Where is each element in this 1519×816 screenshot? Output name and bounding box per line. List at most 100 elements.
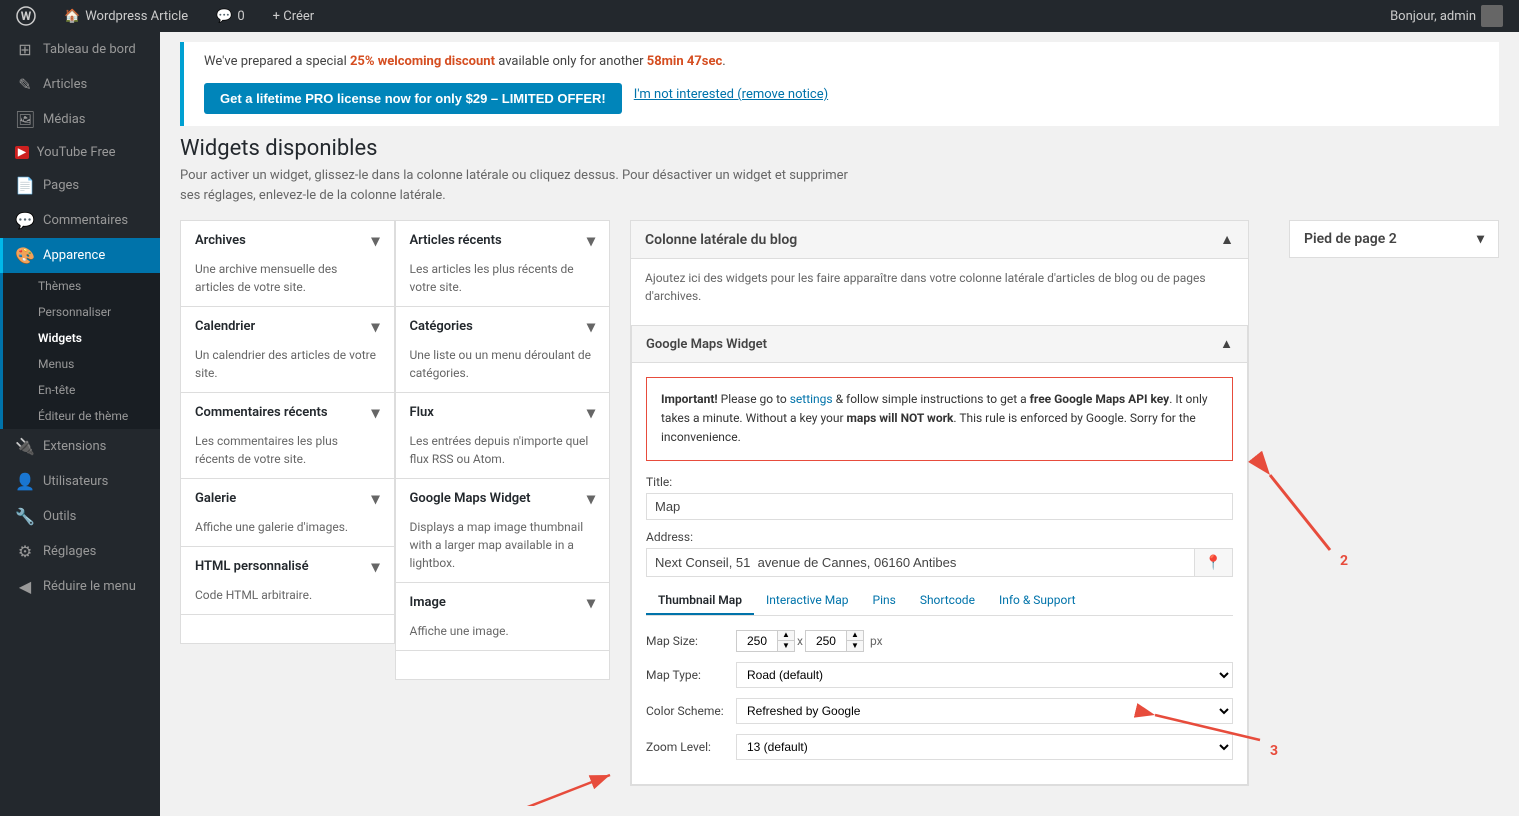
collapse-icon[interactable]: ▲ <box>1220 231 1234 248</box>
tab-pins[interactable]: Pins <box>861 587 908 615</box>
sidebar-item-extensions[interactable]: 🔌 Extensions <box>0 429 160 464</box>
sidebar-item-pages[interactable]: 📄 Pages <box>0 168 160 203</box>
sidebar-item-commentaires[interactable]: 💬 Commentaires <box>0 203 160 238</box>
widget-image-desc: Affiche une image. <box>396 622 610 650</box>
sidebar-item-reglages[interactable]: ⚙ Réglages <box>0 534 160 569</box>
widget-galerie-desc: Affiche une galerie d'images. <box>181 518 394 546</box>
widgets-layout: Archives ▾ Une archive mensuelle des art… <box>180 220 1499 806</box>
widget-archives-header[interactable]: Archives ▾ <box>181 221 394 260</box>
zoom-level-row: Zoom Level: 13 (default) <box>646 734 1233 760</box>
notice-important: Important! <box>661 392 718 406</box>
title-field-label: Title: <box>646 475 1233 489</box>
tab-thumbnail-map[interactable]: Thumbnail Map <box>646 587 754 615</box>
notice-maps-not-work: maps will NOT work <box>847 411 954 425</box>
blog-sidebar-area: Colonne latérale du blog ▲ Ajoutez ici d… <box>630 220 1249 786</box>
widget-more-placeholder2 <box>396 650 611 680</box>
widget-galerie-header[interactable]: Galerie ▾ <box>181 479 394 518</box>
widget-flux-header[interactable]: Flux ▾ <box>396 393 610 432</box>
submenu-widgets[interactable]: Widgets <box>3 325 160 351</box>
px-label: px <box>870 634 883 648</box>
widget-commentaires-header[interactable]: Commentaires récents ▾ <box>181 393 394 432</box>
notice-settings-link[interactable]: settings <box>790 392 833 406</box>
widget-calendrier-title: Calendrier <box>195 319 255 334</box>
widget-categories-title: Catégories <box>410 319 473 334</box>
promo-dismiss-link[interactable]: I'm not interested (remove notice) <box>634 87 828 102</box>
widget-articles-title: Articles récents <box>410 233 502 248</box>
submenu-themes[interactable]: Thèmes <box>3 273 160 299</box>
widget-articles-desc: Les articles les plus récents de votre s… <box>396 260 610 306</box>
sidebar-item-youtube-free[interactable]: ▶ YouTube Free <box>0 137 160 168</box>
map-height-down[interactable]: ▼ <box>847 641 863 651</box>
notice-text1: Please go to <box>718 392 790 406</box>
widget-categories-header[interactable]: Catégories ▾ <box>396 307 610 346</box>
tab-shortcode[interactable]: Shortcode <box>908 587 987 615</box>
address-input[interactable] <box>646 548 1194 577</box>
wp-logo-item[interactable]: W <box>10 0 42 32</box>
gmaps-collapse-icon[interactable]: ▲ <box>1220 336 1233 352</box>
sidebar-item-medias[interactable]: 🖼 Médias <box>0 102 160 137</box>
sidebar-item-label: Commentaires <box>43 213 128 228</box>
map-width-down[interactable]: ▼ <box>778 641 794 651</box>
widget-html-header[interactable]: HTML personnalisé ▾ <box>181 547 394 586</box>
comments-count: 0 <box>237 9 244 24</box>
important-notice: Important! Please go to settings & follo… <box>646 377 1233 461</box>
widget-html-desc: Code HTML arbitraire. <box>181 586 394 614</box>
site-name-item[interactable]: 🏠 Wordpress Article <box>58 0 194 32</box>
color-scheme-row: Color Scheme: Refreshed by Google <box>646 698 1233 724</box>
map-size-inputs: ▲ ▼ x <box>736 630 883 652</box>
widget-gmaps-header[interactable]: Google Maps Widget ▾ <box>396 479 610 518</box>
title-field-group: Title: <box>646 475 1233 520</box>
widget-categories: Catégories ▾ Une liste ou un menu déroul… <box>396 306 611 392</box>
submenu-menus[interactable]: Menus <box>3 351 160 377</box>
map-width-up[interactable]: ▲ <box>778 631 794 641</box>
map-width-input[interactable] <box>737 631 777 651</box>
sidebar-item-articles[interactable]: ✎ Articles <box>0 67 160 102</box>
widget-image-header[interactable]: Image ▾ <box>396 583 610 622</box>
map-height-input[interactable] <box>806 631 846 651</box>
zoom-select[interactable]: 13 (default) <box>736 734 1233 760</box>
reglages-icon: ⚙ <box>15 542 35 561</box>
promo-button[interactable]: Get a lifetime PRO license now for only … <box>204 83 622 114</box>
widget-archives-desc: Une archive mensuelle des articles de vo… <box>181 260 394 306</box>
home-icon: 🏠 <box>64 9 80 24</box>
chevron-down-icon: ▾ <box>371 231 379 250</box>
widget-flux: Flux ▾ Les entrées depuis n'importe quel… <box>396 392 611 478</box>
title-input[interactable] <box>646 493 1233 520</box>
sidebar-item-label: Articles <box>43 77 87 92</box>
sidebar-item-apparence[interactable]: 🎨 Apparence <box>0 238 160 273</box>
map-height-up[interactable]: ▲ <box>847 631 863 641</box>
pied-de-page-dropdown[interactable]: Pied de page 2 ▾ <box>1289 220 1499 258</box>
page-title: Widgets disponibles <box>180 136 1499 161</box>
comment-icon: 💬 <box>216 9 232 24</box>
address-geo-button[interactable]: 📍 <box>1194 548 1233 577</box>
submenu-personnaliser[interactable]: Personnaliser <box>3 299 160 325</box>
map-type-select[interactable]: Road (default) <box>736 662 1233 688</box>
promo-text: We've prepared a special 25% welcoming d… <box>204 54 1479 69</box>
sidebar-item-label: Tableau de bord <box>43 42 136 57</box>
sidebar-item-reduire[interactable]: ◀ Réduire le menu <box>0 569 160 604</box>
color-scheme-select[interactable]: Refreshed by Google <box>736 698 1233 724</box>
sidebar-item-label: Extensions <box>43 439 106 454</box>
tab-interactive-map[interactable]: Interactive Map <box>754 587 860 615</box>
pied-de-page-panel: Pied de page 2 ▾ <box>1269 220 1499 258</box>
widget-html-personnalise: HTML personnalisé ▾ Code HTML arbitraire… <box>180 546 395 614</box>
submenu-en-tete[interactable]: En-tête <box>3 377 160 403</box>
promo-discount: 25% welcoming discount <box>350 54 495 69</box>
map-size-row: Map Size: ▲ ▼ <box>646 630 1233 652</box>
sidebar-item-outils[interactable]: 🔧 Outils <box>0 499 160 534</box>
apparence-icon: 🎨 <box>15 246 35 265</box>
greeting-item[interactable]: Bonjour, admin <box>1384 0 1509 32</box>
medias-icon: 🖼 <box>15 110 35 129</box>
promo-timer: 58min 47sec <box>647 54 723 69</box>
widget-calendrier-header[interactable]: Calendrier ▾ <box>181 307 394 346</box>
create-item[interactable]: + Créer <box>267 0 321 32</box>
widget-articles-header[interactable]: Articles récents ▾ <box>396 221 610 260</box>
comments-item[interactable]: 💬 0 <box>210 0 251 32</box>
sidebar-item-tableau-de-bord[interactable]: ⊞ Tableau de bord <box>0 32 160 67</box>
tab-info-support[interactable]: Info & Support <box>987 587 1088 615</box>
themes-label: Thèmes <box>38 279 81 293</box>
submenu-editeur[interactable]: Éditeur de thème <box>3 403 160 429</box>
map-size-label: Map Size: <box>646 634 736 648</box>
sidebar-item-label: Pages <box>43 178 79 193</box>
sidebar-item-utilisateurs[interactable]: 👤 Utilisateurs <box>0 464 160 499</box>
